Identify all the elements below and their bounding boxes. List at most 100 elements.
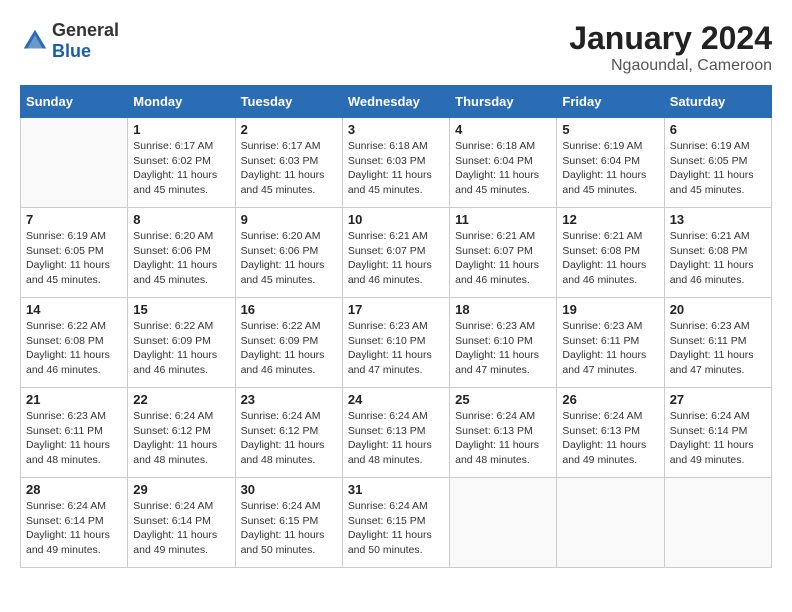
- calendar-cell: 21Sunrise: 6:23 AMSunset: 6:11 PMDayligh…: [21, 388, 128, 478]
- cell-info: Sunrise: 6:17 AMSunset: 6:03 PMDaylight:…: [241, 139, 337, 198]
- day-number: 23: [241, 392, 337, 407]
- calendar-cell: [21, 118, 128, 208]
- calendar-cell: 8 Sunrise: 6:20 AMSunset: 6:06 PMDaylight…: [128, 208, 235, 298]
- day-number: 18: [455, 302, 551, 317]
- calendar-cell: 23 Sunrise: 6:24 AMSunset: 6:12 PMDayligh…: [235, 388, 342, 478]
- calendar-cell: 17 Sunrise: 6:23 AMSunset: 6:10 PMDayligh…: [342, 298, 449, 388]
- day-number: 17: [348, 302, 444, 317]
- day-number: 12: [562, 212, 658, 227]
- cell-info: Sunrise: 6:24 AMSunset: 6:13 PMDaylight:…: [455, 409, 551, 468]
- cell-info: Sunrise: 6:24 AMSunset: 6:14 PMDaylight:…: [26, 499, 122, 558]
- cell-info: Sunrise: 6:21 AMSunset: 6:08 PMDaylight:…: [670, 229, 766, 288]
- calendar-cell: 6 Sunrise: 6:19 AMSunset: 6:05 PMDaylight…: [664, 118, 771, 208]
- cell-info: Sunrise: 6:24 AMSunset: 6:15 PMDaylight:…: [241, 499, 337, 558]
- cell-info: Sunrise: 6:21 AMSunset: 6:07 PMDaylight:…: [455, 229, 551, 288]
- day-number: 3: [348, 122, 444, 137]
- day-number: 6: [670, 122, 766, 137]
- calendar-cell: 11 Sunrise: 6:21 AMSunset: 6:07 PMDayligh…: [450, 208, 557, 298]
- calendar-cell: 5Sunrise: 6:19 AMSunset: 6:04 PMDaylight…: [557, 118, 664, 208]
- day-number: 4: [455, 122, 551, 137]
- cell-info: Sunrise: 6:22 AMSunset: 6:09 PMDaylight:…: [133, 319, 229, 378]
- cell-info: Sunrise: 6:24 AMSunset: 6:13 PMDaylight:…: [562, 409, 658, 468]
- calendar-cell: 18Sunrise: 6:23 AMSunset: 6:10 PMDayligh…: [450, 298, 557, 388]
- cell-info: Sunrise: 6:20 AMSunset: 6:06 PMDaylight:…: [241, 229, 337, 288]
- cell-info: Sunrise: 6:22 AMSunset: 6:09 PMDaylight:…: [241, 319, 337, 378]
- cell-info: Sunrise: 6:19 AMSunset: 6:04 PMDaylight:…: [562, 139, 658, 198]
- cell-info: Sunrise: 6:18 AMSunset: 6:04 PMDaylight:…: [455, 139, 551, 198]
- cell-info: Sunrise: 6:23 AMSunset: 6:10 PMDaylight:…: [348, 319, 444, 378]
- day-header-tuesday: Tuesday: [235, 86, 342, 118]
- week-row-5: 28 Sunrise: 6:24 AMSunset: 6:14 PMDayligh…: [21, 478, 772, 568]
- calendar-cell: 27 Sunrise: 6:24 AMSunset: 6:14 PMDayligh…: [664, 388, 771, 478]
- title-area: January 2024 Ngaoundal, Cameroon: [569, 20, 772, 75]
- day-number: 20: [670, 302, 766, 317]
- day-number: 26: [562, 392, 658, 407]
- day-number: 8: [133, 212, 229, 227]
- cell-info: Sunrise: 6:21 AMSunset: 6:08 PMDaylight:…: [562, 229, 658, 288]
- day-header-sunday: Sunday: [21, 86, 128, 118]
- day-number: 2: [241, 122, 337, 137]
- day-number: 1: [133, 122, 229, 137]
- cell-info: Sunrise: 6:24 AMSunset: 6:12 PMDaylight:…: [241, 409, 337, 468]
- calendar-cell: 14 Sunrise: 6:22 AMSunset: 6:08 PMDayligh…: [21, 298, 128, 388]
- day-number: 7: [26, 212, 122, 227]
- calendar-cell: 16 Sunrise: 6:22 AMSunset: 6:09 PMDayligh…: [235, 298, 342, 388]
- day-number: 19: [562, 302, 658, 317]
- cell-info: Sunrise: 6:18 AMSunset: 6:03 PMDaylight:…: [348, 139, 444, 198]
- page-header: General Blue January 2024 Ngaoundal, Cam…: [20, 20, 772, 75]
- cell-info: Sunrise: 6:23 AMSunset: 6:11 PMDaylight:…: [670, 319, 766, 378]
- calendar-cell: [557, 478, 664, 568]
- calendar-cell: 25 Sunrise: 6:24 AMSunset: 6:13 PMDayligh…: [450, 388, 557, 478]
- cell-info: Sunrise: 6:24 AMSunset: 6:15 PMDaylight:…: [348, 499, 444, 558]
- day-number: 13: [670, 212, 766, 227]
- cell-info: Sunrise: 6:20 AMSunset: 6:06 PMDaylight:…: [133, 229, 229, 288]
- location-title: Ngaoundal, Cameroon: [569, 57, 772, 75]
- week-row-4: 21Sunrise: 6:23 AMSunset: 6:11 PMDayligh…: [21, 388, 772, 478]
- logo: General Blue: [20, 20, 119, 62]
- cell-info: Sunrise: 6:24 AMSunset: 6:12 PMDaylight:…: [133, 409, 229, 468]
- day-number: 30: [241, 482, 337, 497]
- cell-info: Sunrise: 6:23 AMSunset: 6:11 PMDaylight:…: [562, 319, 658, 378]
- day-number: 28: [26, 482, 122, 497]
- day-number: 27: [670, 392, 766, 407]
- day-number: 29: [133, 482, 229, 497]
- calendar-cell: 3 Sunrise: 6:18 AMSunset: 6:03 PMDaylight…: [342, 118, 449, 208]
- calendar-cell: [450, 478, 557, 568]
- day-number: 10: [348, 212, 444, 227]
- cell-info: Sunrise: 6:24 AMSunset: 6:14 PMDaylight:…: [133, 499, 229, 558]
- calendar-cell: 1 Sunrise: 6:17 AMSunset: 6:02 PMDaylight…: [128, 118, 235, 208]
- calendar-cell: 9Sunrise: 6:20 AMSunset: 6:06 PMDaylight…: [235, 208, 342, 298]
- calendar-header-row: SundayMondayTuesdayWednesdayThursdayFrid…: [21, 86, 772, 118]
- day-number: 24: [348, 392, 444, 407]
- calendar-cell: 13 Sunrise: 6:21 AMSunset: 6:08 PMDayligh…: [664, 208, 771, 298]
- day-number: 11: [455, 212, 551, 227]
- calendar-cell: 19 Sunrise: 6:23 AMSunset: 6:11 PMDayligh…: [557, 298, 664, 388]
- week-row-3: 14 Sunrise: 6:22 AMSunset: 6:08 PMDayligh…: [21, 298, 772, 388]
- cell-info: Sunrise: 6:23 AMSunset: 6:11 PMDaylight:…: [26, 409, 122, 468]
- calendar-cell: 26 Sunrise: 6:24 AMSunset: 6:13 PMDayligh…: [557, 388, 664, 478]
- day-number: 14: [26, 302, 122, 317]
- calendar-cell: 2 Sunrise: 6:17 AMSunset: 6:03 PMDaylight…: [235, 118, 342, 208]
- calendar-table: SundayMondayTuesdayWednesdayThursdayFrid…: [20, 85, 772, 568]
- calendar-cell: 22 Sunrise: 6:24 AMSunset: 6:12 PMDayligh…: [128, 388, 235, 478]
- day-number: 25: [455, 392, 551, 407]
- calendar-cell: 20 Sunrise: 6:23 AMSunset: 6:11 PMDayligh…: [664, 298, 771, 388]
- calendar-cell: 7Sunrise: 6:19 AMSunset: 6:05 PMDaylight…: [21, 208, 128, 298]
- day-number: 16: [241, 302, 337, 317]
- cell-info: Sunrise: 6:17 AMSunset: 6:02 PMDaylight:…: [133, 139, 229, 198]
- logo-text-general: General: [52, 20, 119, 40]
- cell-info: Sunrise: 6:19 AMSunset: 6:05 PMDaylight:…: [670, 139, 766, 198]
- cell-info: Sunrise: 6:24 AMSunset: 6:14 PMDaylight:…: [670, 409, 766, 468]
- day-number: 22: [133, 392, 229, 407]
- month-title: January 2024: [569, 20, 772, 57]
- cell-info: Sunrise: 6:24 AMSunset: 6:13 PMDaylight:…: [348, 409, 444, 468]
- calendar-cell: 30 Sunrise: 6:24 AMSunset: 6:15 PMDayligh…: [235, 478, 342, 568]
- logo-icon: [20, 26, 50, 56]
- week-row-1: 1 Sunrise: 6:17 AMSunset: 6:02 PMDaylight…: [21, 118, 772, 208]
- day-header-friday: Friday: [557, 86, 664, 118]
- day-header-thursday: Thursday: [450, 86, 557, 118]
- calendar-cell: [664, 478, 771, 568]
- week-row-2: 7Sunrise: 6:19 AMSunset: 6:05 PMDaylight…: [21, 208, 772, 298]
- cell-info: Sunrise: 6:22 AMSunset: 6:08 PMDaylight:…: [26, 319, 122, 378]
- calendar-cell: 10Sunrise: 6:21 AMSunset: 6:07 PMDayligh…: [342, 208, 449, 298]
